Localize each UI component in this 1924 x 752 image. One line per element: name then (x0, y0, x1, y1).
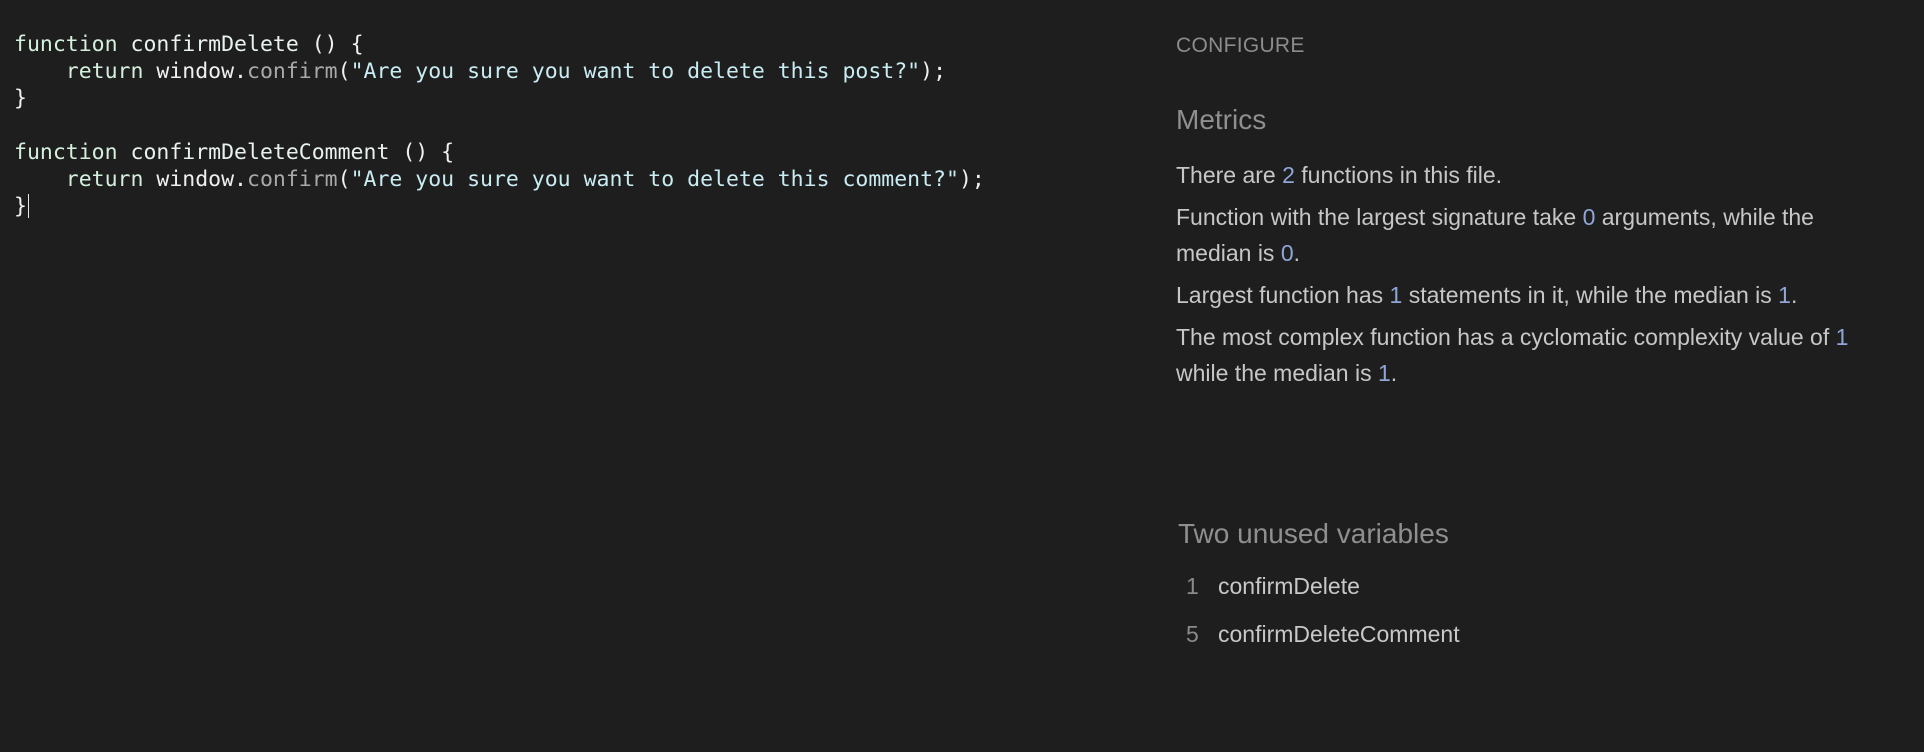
code-line-2: return window.confirm("Are you sure you … (0, 58, 1140, 85)
unused-variable-item[interactable]: 5 confirmDeleteComment (1178, 621, 1460, 648)
punctuation: ); (920, 59, 947, 84)
punctuation: ( (337, 59, 351, 84)
keyword-return: return (65, 59, 144, 84)
line-number: 1 (1186, 573, 1199, 599)
metric-value: 1 (1389, 282, 1403, 308)
variable-name: confirmDeleteComment (1218, 621, 1460, 647)
metric-text: The most complex function has a cyclomat… (1176, 324, 1836, 350)
metric-text: statements in it, while the median is (1402, 282, 1779, 308)
object-ref: window. (143, 167, 248, 192)
keyword-return: return (65, 167, 144, 192)
object-ref: window. (143, 59, 248, 84)
metric-value: 0 (1582, 204, 1596, 230)
metrics-heading: Metrics (1176, 104, 1267, 135)
code-line-1: function confirmDelete () { (0, 31, 1140, 58)
configure-link[interactable]: CONFIGURE (1176, 34, 1305, 58)
punctuation: () { (311, 32, 364, 57)
metric-text: functions in this file. (1294, 162, 1503, 188)
metric-median-value: 1 (1778, 282, 1791, 308)
unused-variable-item[interactable]: 1 confirmDelete (1178, 573, 1360, 600)
string-literal: "Are you sure you want to delete this co… (350, 167, 959, 192)
metric-cyclomatic-complexity: The most complex function has a cyclomat… (1176, 319, 1892, 391)
metric-function-count: There are 2 functions in this file. (1176, 157, 1892, 193)
punctuation: ( (337, 167, 351, 192)
code-editor[interactable]: function confirmDelete () { return windo… (0, 0, 1140, 752)
analysis-panel: CONFIGURE Metrics There are 2 functions … (1176, 0, 1894, 752)
metric-median-value: 1 (1378, 360, 1391, 386)
function-name: confirmDelete (117, 32, 299, 57)
code-line-3: } (0, 85, 1140, 112)
metric-value: 2 (1282, 162, 1295, 188)
metric-function-size: Largest function has 1 statements in it,… (1176, 277, 1892, 313)
property-ref: confirm (247, 167, 338, 192)
metric-text: while the median is (1176, 360, 1378, 386)
metric-median-value: 0 (1280, 240, 1294, 266)
text-caret (27, 194, 30, 218)
metric-text: Function with the largest signature take (1176, 204, 1583, 230)
string-literal: "Are you sure you want to delete this po… (350, 59, 921, 84)
metric-text: . (1390, 360, 1398, 386)
punctuation: () { (402, 140, 455, 165)
property-ref: confirm (247, 59, 338, 84)
punctuation: } (14, 86, 27, 111)
metric-text: . (1293, 240, 1301, 266)
keyword-function: function (14, 140, 118, 165)
metric-text: . (1790, 282, 1798, 308)
code-line-6: return window.confirm("Are you sure you … (0, 166, 1140, 193)
code-line-7: } (0, 193, 1140, 220)
punctuation: ); (958, 167, 985, 192)
metric-text: Largest function has (1176, 282, 1390, 308)
code-line-5: function confirmDeleteComment () { (0, 139, 1140, 166)
metric-text: There are (1176, 162, 1283, 188)
function-name: confirmDeleteComment (117, 140, 390, 165)
line-number: 5 (1186, 621, 1199, 647)
punctuation: } (14, 194, 27, 219)
metric-value: 1 (1835, 324, 1849, 350)
unused-variables-heading: Two unused variables (1178, 518, 1449, 549)
variable-name: confirmDelete (1218, 573, 1360, 599)
metric-signature-size: Function with the largest signature take… (1176, 199, 1892, 271)
keyword-function: function (14, 32, 118, 57)
